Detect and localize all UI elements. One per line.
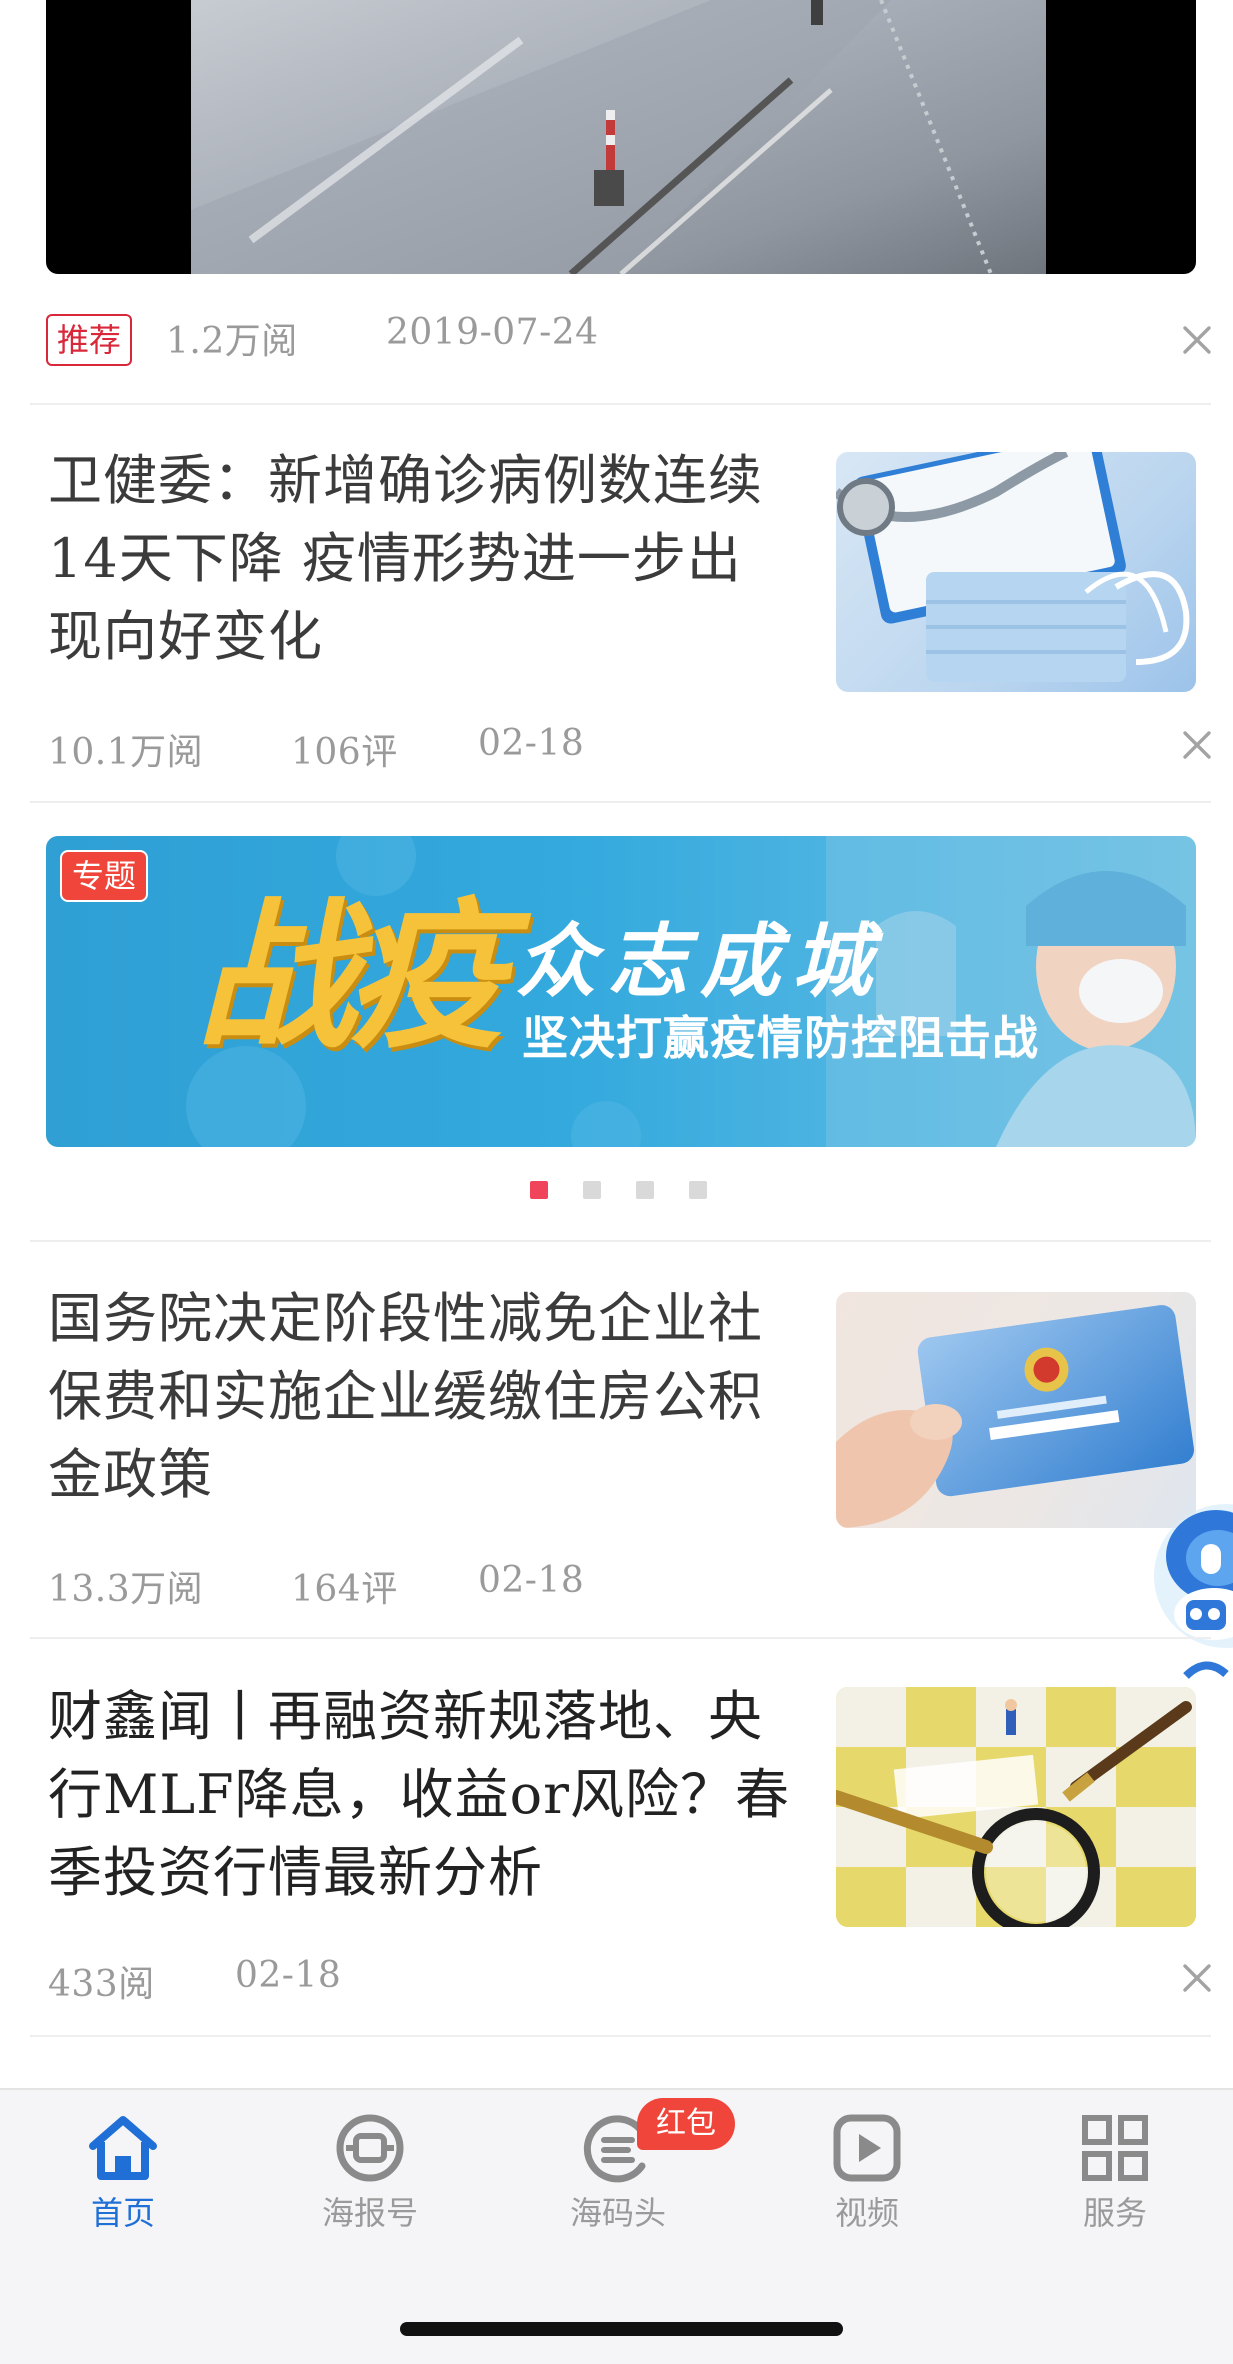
- red-packet-badge: 红包: [637, 2098, 735, 2150]
- haibao-icon: [336, 2114, 404, 2182]
- grid-services-icon: [1082, 2115, 1148, 2181]
- divider: [30, 2035, 1211, 2037]
- publish-date: 02-18: [478, 1560, 585, 1601]
- news-title[interactable]: 卫健委：新增确诊病例数连续14天下降 疫情形势进一步出现向好变化: [48, 442, 793, 676]
- divider: [30, 1637, 1211, 1639]
- banner-subline: 坚决打赢疫情防控阻击战: [522, 1011, 1039, 1065]
- read-count: 433阅: [48, 1964, 155, 2005]
- close-icon[interactable]: [1177, 320, 1217, 360]
- recommend-tag: 推荐: [46, 314, 132, 366]
- close-icon[interactable]: [1177, 1958, 1217, 1998]
- publish-date: 02-18: [478, 723, 585, 764]
- read-count: 13.3万阅: [48, 1569, 204, 1610]
- tab-haibao[interactable]: 海报号: [280, 2110, 460, 2240]
- news-title[interactable]: 国务院决定阶段性减免企业社保费和实施企业缓缴住房公积金政策: [48, 1280, 793, 1514]
- tab-home[interactable]: 首页: [33, 2110, 213, 2240]
- refinancing-puzzle-magnifier-image: [836, 1687, 1196, 1927]
- tab-label: 海报号: [321, 2194, 418, 2232]
- tab-services[interactable]: 服务: [1025, 2110, 1205, 2240]
- divider: [30, 801, 1211, 803]
- close-icon[interactable]: [1177, 725, 1217, 765]
- home-indicator: [400, 2322, 843, 2336]
- carousel-dot[interactable]: [689, 1181, 707, 1199]
- comment-count: 164评: [291, 1569, 398, 1610]
- divider: [30, 1240, 1211, 1242]
- home-icon: [89, 2116, 157, 2180]
- comment-count: 106评: [291, 732, 398, 773]
- tab-label: 首页: [90, 2194, 155, 2232]
- video-frame-image: [191, 0, 1046, 274]
- read-count: 1.2万阅: [166, 321, 298, 362]
- carousel-dot[interactable]: [636, 1181, 654, 1199]
- video-play-icon: [833, 2114, 901, 2182]
- topic-banner[interactable]: 专题 战疫 众志成城 坚决打赢疫情防控阻击战: [46, 836, 1196, 1147]
- divider: [30, 403, 1211, 405]
- read-count: 10.1万阅: [48, 732, 204, 773]
- carousel-dot-active[interactable]: [530, 1181, 548, 1199]
- social-security-card-image: [836, 1292, 1196, 1528]
- news-title[interactable]: 财鑫闻丨再融资新规落地、央行MLF降息，收益or风险？春季投资行情最新分析: [48, 1678, 793, 1912]
- tab-label: 服务: [1082, 2194, 1147, 2232]
- medical-masks-stethoscope-image: [836, 452, 1196, 692]
- tab-video[interactable]: 视频: [777, 2110, 957, 2240]
- video-player[interactable]: [46, 0, 1196, 274]
- publish-date: 2019-07-24: [386, 312, 599, 353]
- topic-tag: 专题: [60, 850, 148, 902]
- publish-date: 02-18: [235, 1955, 342, 1996]
- carousel-dot[interactable]: [583, 1181, 601, 1199]
- tab-label: 视频: [834, 2194, 899, 2232]
- robot-assistant-icon[interactable]: [1146, 1496, 1233, 1706]
- banner-headline: 众志成城: [516, 914, 884, 1008]
- calligraphy-title: 战疫: [196, 882, 506, 1070]
- tab-label: 海码头: [569, 2194, 666, 2232]
